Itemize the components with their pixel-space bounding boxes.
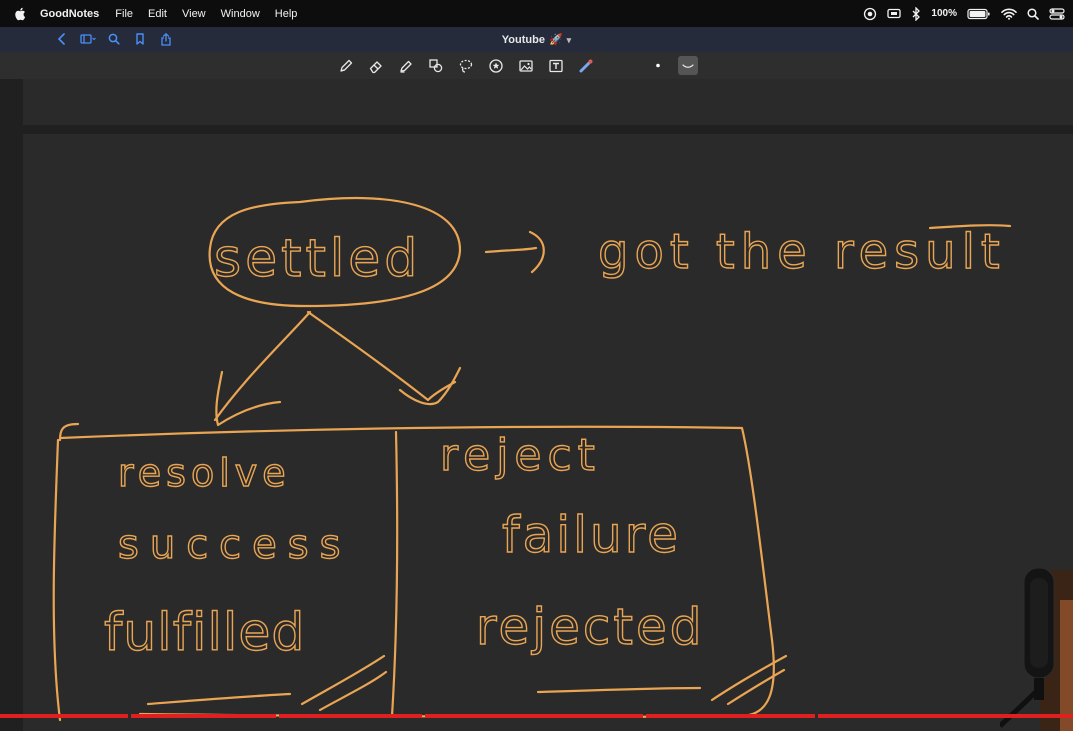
reject-text: reject [440, 430, 601, 481]
left-underline [146, 654, 388, 712]
failure-text: failure [502, 506, 681, 564]
progress-segment[interactable] [818, 714, 1073, 718]
success-text: success [118, 522, 351, 568]
rejected-text: rejected [476, 598, 704, 656]
fulfilled-text: fulfilled [104, 603, 305, 663]
result-text: got the result [598, 224, 1006, 280]
video-progress-bar[interactable] [0, 714, 1073, 718]
progress-segment[interactable] [279, 714, 422, 718]
resolve-text: resolve [118, 451, 291, 495]
handwriting-layer: settled got the result resolve success f… [52, 196, 1012, 722]
left-branch-arrow [213, 310, 312, 427]
progress-segment[interactable] [646, 714, 815, 718]
right-underline [536, 654, 788, 706]
progress-segment[interactable] [425, 714, 643, 718]
right-branch-arrow [306, 310, 462, 406]
divider-line [390, 430, 399, 718]
settled-text: settled [214, 229, 421, 289]
progress-segment[interactable] [0, 714, 128, 718]
webcam-overlay [1000, 567, 1073, 731]
result-arrow [484, 230, 545, 274]
progress-segment[interactable] [131, 714, 276, 718]
